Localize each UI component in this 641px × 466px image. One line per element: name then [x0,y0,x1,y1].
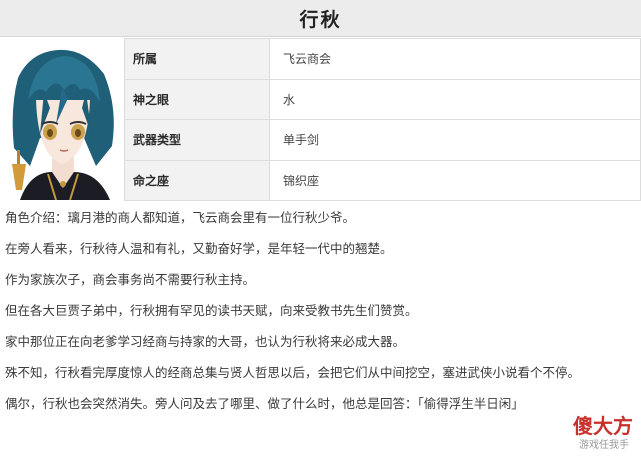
info-row-vision: 神之眼 水 [124,78,641,120]
info-value: 单手剑 [269,119,641,161]
description-paragraph: 偶尔，行秋也会突然消失。旁人问及去了哪里、做了什么时，他总是回答：「偷得浮生半日… [5,396,524,411]
info-value: 飞云商会 [269,38,641,80]
info-row-weapon: 武器类型 单手剑 [124,119,641,161]
info-value: 锦织座 [269,159,641,201]
info-row-affiliation: 所属 飞云商会 [124,38,641,80]
character-info-table: 所属 飞云商会 神之眼 水 武器类型 单手剑 命之座 锦织座 [124,38,641,201]
watermark: 傻大方 游戏任我手 [573,410,633,451]
character-portrait-image [12,49,114,200]
description-paragraph: 家中那位正在向老爹学习经商与持家的大哥，也认为行秋将来必成大器。 [5,334,406,349]
info-label: 命之座 [124,159,270,201]
info-row-constellation: 命之座 锦织座 [124,159,641,201]
description-paragraph: 角色介绍：璃月港的商人都知道，飞云商会里有一位行秋少爷。 [5,210,356,225]
character-portrait [0,38,124,200]
info-label: 武器类型 [124,119,270,161]
watermark-subtitle: 游戏任我手 [579,440,629,451]
info-label: 所属 [124,38,270,80]
description-paragraph: 但在各大巨贾子弟中，行秋拥有罕见的读书天赋，向来受教书先生们赞赏。 [5,303,418,318]
description-paragraph: 殊不知，行秋看完厚度惊人的经商总集与贤人哲思以后，会把它们从中间挖空，塞进武侠小… [5,365,581,380]
page-title: 行秋 [299,8,342,31]
title-bar: 行秋 [0,0,641,37]
character-description: 角色介绍：璃月港的商人都知道，飞云商会里有一位行秋少爷。 在旁人看来，行秋待人温… [5,208,635,425]
description-paragraph: 在旁人看来，行秋待人温和有礼，又勤奋好学，是年轻一代中的翘楚。 [5,241,393,256]
description-paragraph: 作为家族次子，商会事务尚不需要行秋主持。 [5,272,256,287]
watermark-logo: 傻大方 [573,414,633,438]
info-label: 神之眼 [124,78,270,120]
info-value: 水 [269,78,641,120]
